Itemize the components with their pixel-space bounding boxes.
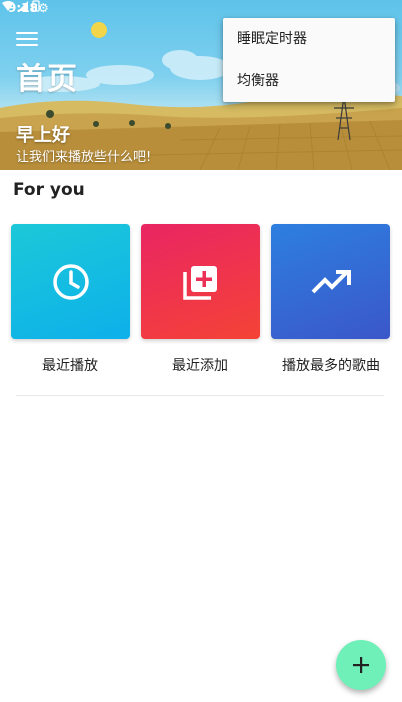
hamburger-menu-icon[interactable] [16,32,38,48]
menu-item-equalizer[interactable]: 均衡器 [223,60,395,102]
greeting-subtitle: 让我们来播放些什么吧! [16,150,152,165]
status-bar: 9:18 ⚙ [0,0,402,16]
most-played-label: 播放最多的歌曲 [282,358,380,374]
recently-played-label: 最近播放 [42,358,98,374]
add-fab-button[interactable] [336,640,386,690]
menu-item-sleep-timer[interactable]: 睡眠定时器 [223,18,395,60]
most-played-card[interactable] [271,224,390,339]
app-screen: 9:18 ⚙ 首页 早上好 让我们来播放些什么吧! 睡眠定时器 均衡器 For … [0,0,402,702]
greeting-text: 早上好 [16,125,70,146]
recently-added-card[interactable] [141,224,260,339]
status-icons [2,0,40,12]
signal-icon [18,1,28,11]
clock-icon [52,263,89,300]
divider [16,395,384,396]
recently-added-label: 最近添加 [172,358,228,374]
wifi-icon [2,1,14,11]
recently-played-card[interactable] [11,224,130,339]
section-title-for-you: For you [13,180,85,200]
plus-icon [353,657,369,673]
add-to-library-icon [182,265,217,300]
page-title: 首页 [16,62,78,97]
trending-up-icon [311,269,351,293]
overflow-popup-menu: 睡眠定时器 均衡器 [223,18,395,102]
